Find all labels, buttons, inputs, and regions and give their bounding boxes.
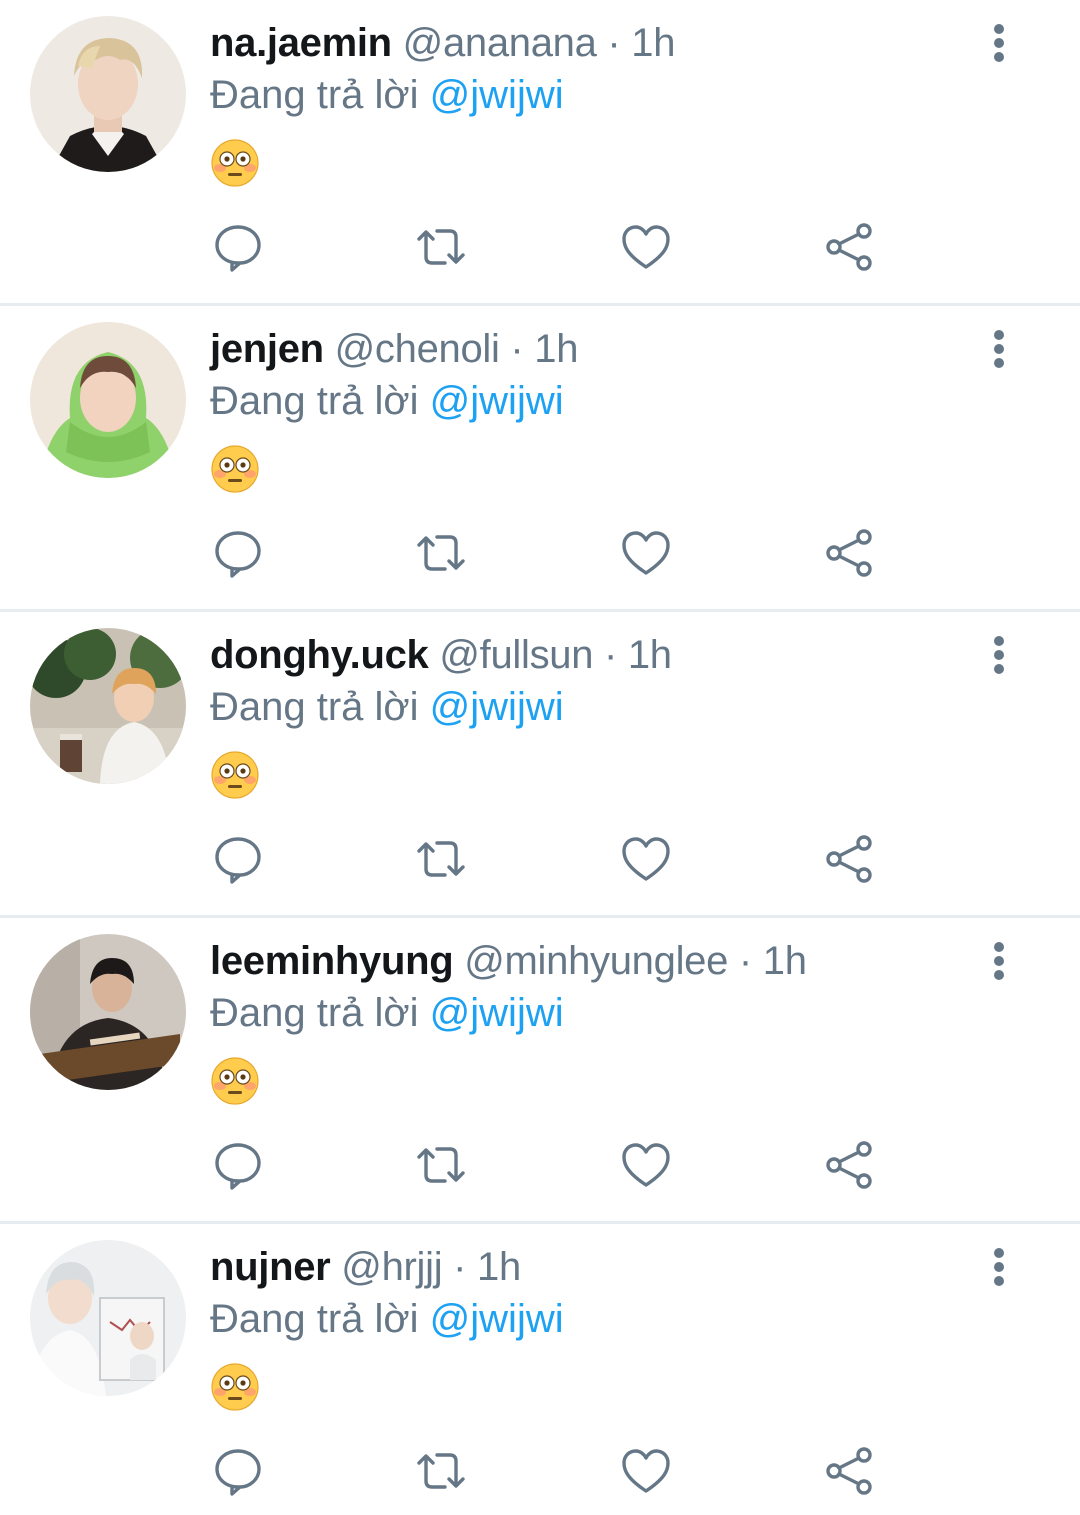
flushed-face-emoji xyxy=(210,138,260,188)
more-vertical-icon[interactable] xyxy=(980,630,1018,680)
reply-icon[interactable] xyxy=(210,832,266,886)
user-handle[interactable]: @chenoli xyxy=(335,327,500,371)
reply-mention-link[interactable]: @jwijwi xyxy=(430,73,564,117)
reply-context: Đang trả lời @jwijwi xyxy=(210,1296,564,1342)
reply-prefix: Đang trả lời xyxy=(210,1297,419,1341)
tweet[interactable]: na.jaemin @ananana · 1h Đang trả lời @jw… xyxy=(0,0,1080,306)
display-name[interactable]: jenjen xyxy=(210,327,324,371)
reply-context: Đang trả lời @jwijwi xyxy=(210,378,564,424)
reply-context: Đang trả lời @jwijwi xyxy=(210,684,564,730)
like-icon[interactable] xyxy=(618,832,674,886)
retweet-icon[interactable] xyxy=(413,220,469,274)
retweet-icon[interactable] xyxy=(413,1444,469,1498)
share-icon[interactable] xyxy=(822,526,878,580)
reply-icon[interactable] xyxy=(210,1444,266,1498)
retweet-icon[interactable] xyxy=(413,526,469,580)
avatar[interactable] xyxy=(30,934,186,1090)
like-icon[interactable] xyxy=(618,1444,674,1498)
timestamp[interactable]: 1h xyxy=(534,327,578,371)
reply-icon[interactable] xyxy=(210,220,266,274)
reply-icon[interactable] xyxy=(210,526,266,580)
reply-mention-link[interactable]: @jwijwi xyxy=(430,1297,564,1341)
tweet-header: leeminhyung @minhyunglee · 1h xyxy=(210,938,807,984)
reply-prefix: Đang trả lời xyxy=(210,73,419,117)
tweet-actions xyxy=(0,832,1080,886)
like-icon[interactable] xyxy=(618,1138,674,1192)
like-icon[interactable] xyxy=(618,220,674,274)
more-vertical-icon[interactable] xyxy=(980,18,1018,68)
reply-icon[interactable] xyxy=(210,1138,266,1192)
avatar[interactable] xyxy=(30,628,186,784)
flushed-face-emoji xyxy=(210,1056,260,1106)
tweet-header: jenjen @chenoli · 1h xyxy=(210,326,578,372)
retweet-icon[interactable] xyxy=(413,1138,469,1192)
tweet-actions xyxy=(0,526,1080,580)
reply-context: Đang trả lời @jwijwi xyxy=(210,72,564,118)
display-name[interactable]: donghy.uck xyxy=(210,633,429,677)
timestamp[interactable]: 1h xyxy=(628,633,672,677)
tweet[interactable]: jenjen @chenoli · 1h Đang trả lời @jwijw… xyxy=(0,306,1080,612)
reply-prefix: Đang trả lời xyxy=(210,685,419,729)
tweet-header: na.jaemin @ananana · 1h xyxy=(210,20,675,66)
share-icon[interactable] xyxy=(822,1138,878,1192)
separator-dot: · xyxy=(453,1245,467,1289)
flushed-face-emoji xyxy=(210,750,260,800)
tweet[interactable]: donghy.uck @fullsun · 1h Đang trả lời @j… xyxy=(0,612,1080,918)
tweet-feed: na.jaemin @ananana · 1h Đang trả lời @jw… xyxy=(0,0,1080,1514)
timestamp[interactable]: 1h xyxy=(631,21,675,65)
tweet-header: donghy.uck @fullsun · 1h xyxy=(210,632,672,678)
timestamp[interactable]: 1h xyxy=(763,939,807,983)
tweet[interactable]: leeminhyung @minhyunglee · 1h Đang trả l… xyxy=(0,918,1080,1224)
share-icon[interactable] xyxy=(822,1444,878,1498)
like-icon[interactable] xyxy=(618,526,674,580)
display-name[interactable]: leeminhyung xyxy=(210,939,454,983)
tweet-actions xyxy=(0,1138,1080,1192)
tweet[interactable]: nujner @hrjjj · 1h Đang trả lời @jwijwi xyxy=(0,1224,1080,1514)
share-icon[interactable] xyxy=(822,832,878,886)
display-name[interactable]: na.jaemin xyxy=(210,21,392,65)
user-handle[interactable]: @ananana xyxy=(403,21,597,65)
share-icon[interactable] xyxy=(822,220,878,274)
reply-prefix: Đang trả lời xyxy=(210,991,419,1035)
separator-dot: · xyxy=(510,327,524,371)
more-vertical-icon[interactable] xyxy=(980,1242,1018,1292)
reply-mention-link[interactable]: @jwijwi xyxy=(430,379,564,423)
separator-dot: · xyxy=(738,939,752,983)
avatar[interactable] xyxy=(30,16,186,172)
separator-dot: · xyxy=(604,633,618,677)
user-handle[interactable]: @fullsun xyxy=(439,633,593,677)
user-handle[interactable]: @hrjjj xyxy=(341,1245,442,1289)
flushed-face-emoji xyxy=(210,444,260,494)
more-vertical-icon[interactable] xyxy=(980,324,1018,374)
reply-mention-link[interactable]: @jwijwi xyxy=(430,685,564,729)
tweet-actions xyxy=(0,1444,1080,1498)
tweet-actions xyxy=(0,220,1080,274)
display-name[interactable]: nujner xyxy=(210,1245,331,1289)
timestamp[interactable]: 1h xyxy=(477,1245,521,1289)
more-vertical-icon[interactable] xyxy=(980,936,1018,986)
reply-mention-link[interactable]: @jwijwi xyxy=(430,991,564,1035)
reply-context: Đang trả lời @jwijwi xyxy=(210,990,564,1036)
flushed-face-emoji xyxy=(210,1362,260,1412)
avatar[interactable] xyxy=(30,322,186,478)
separator-dot: · xyxy=(607,21,621,65)
retweet-icon[interactable] xyxy=(413,832,469,886)
user-handle[interactable]: @minhyunglee xyxy=(464,939,728,983)
reply-prefix: Đang trả lời xyxy=(210,379,419,423)
avatar[interactable] xyxy=(30,1240,186,1396)
tweet-header: nujner @hrjjj · 1h xyxy=(210,1244,521,1290)
